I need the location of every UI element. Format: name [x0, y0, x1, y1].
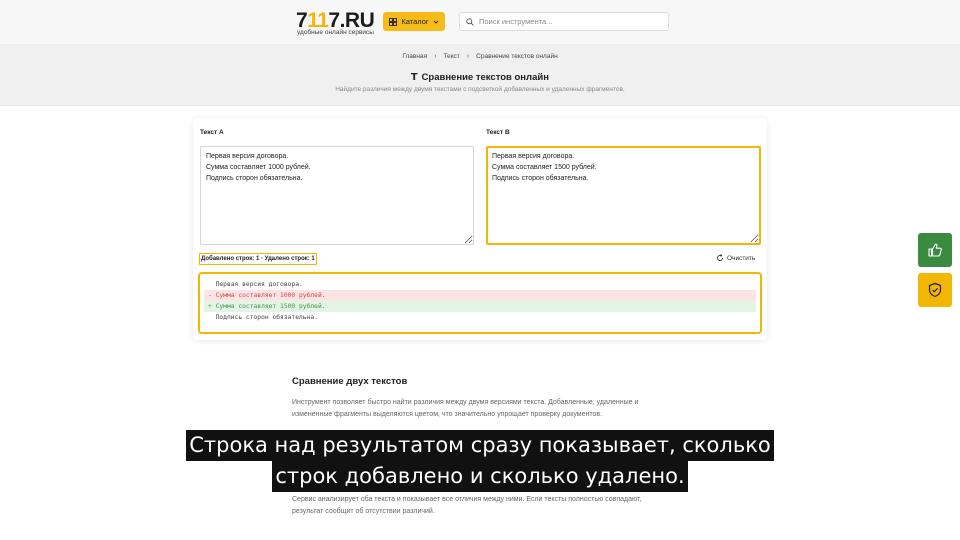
- search-input[interactable]: [479, 17, 659, 26]
- caption-line: Строка над результатом сразу показывает,…: [186, 430, 774, 461]
- catalog-button[interactable]: Каталог: [383, 12, 445, 31]
- text-b-input[interactable]: [486, 146, 761, 245]
- breadcrumb-current: Сравнение текстов онлайн: [476, 53, 558, 60]
- diff-line-added: + Сумма составляет 1500 рублей.: [204, 301, 756, 312]
- page-title: T Сравнение текстов онлайн: [0, 72, 960, 83]
- refresh-icon: [717, 254, 723, 261]
- logo-tagline: удобные онлайн сервисы: [297, 29, 374, 36]
- clear-label: Очистить: [727, 254, 756, 262]
- shield-button[interactable]: [918, 273, 952, 307]
- caption-line: строк добавлено и сколько удалено.: [272, 461, 688, 492]
- page-title-text: Сравнение текстов онлайн: [421, 72, 549, 83]
- article-paragraph: Инструмент позволяет быстро найти различ…: [292, 399, 639, 418]
- text-a-input[interactable]: [200, 146, 474, 245]
- shield-check-icon: [928, 282, 942, 298]
- breadcrumb: Главная › Текст › Сравнение текстов онла…: [0, 53, 960, 60]
- thumbs-up-icon: [928, 243, 942, 257]
- video-caption: Строка над результатом сразу показывает,…: [0, 430, 960, 492]
- text-icon: T: [411, 72, 418, 83]
- breadcrumb-home[interactable]: Главная: [402, 53, 427, 60]
- chevron-right-icon: ›: [434, 53, 437, 60]
- diff-line-same: Первая версия договора.: [208, 281, 303, 288]
- chevron-down-icon: [433, 20, 438, 24]
- search-box[interactable]: [459, 12, 669, 31]
- diff-stats: Добавлено строк: 1 · Удалено строк: 1: [199, 253, 317, 265]
- page-subtitle: Найдите различия между двумя текстами с …: [335, 86, 625, 93]
- text-a-label: Текст А: [200, 129, 224, 136]
- search-icon: [466, 17, 474, 26]
- like-button[interactable]: [918, 233, 952, 267]
- article-paragraph: Сервис анализирует оба текста и показыва…: [292, 496, 642, 515]
- diff-line-deleted: - Сумма составляет 1000 рублей.: [204, 290, 756, 301]
- article-heading: Сравнение двух текстов: [292, 376, 408, 387]
- breadcrumb-text[interactable]: Текст: [443, 53, 459, 60]
- site-header: 7117.RU удобные онлайн сервисы Каталог: [0, 0, 960, 44]
- chevron-right-icon: ›: [466, 53, 470, 60]
- grid-icon: [389, 17, 398, 26]
- catalog-label: Каталог: [401, 17, 429, 26]
- text-b-label: Текст B: [486, 129, 510, 136]
- diff-line-same: Подпись сторон обязательна.: [208, 314, 318, 321]
- clear-button[interactable]: Очистить: [716, 254, 755, 262]
- diff-result: Первая версия договора. - Сумма составля…: [198, 272, 762, 334]
